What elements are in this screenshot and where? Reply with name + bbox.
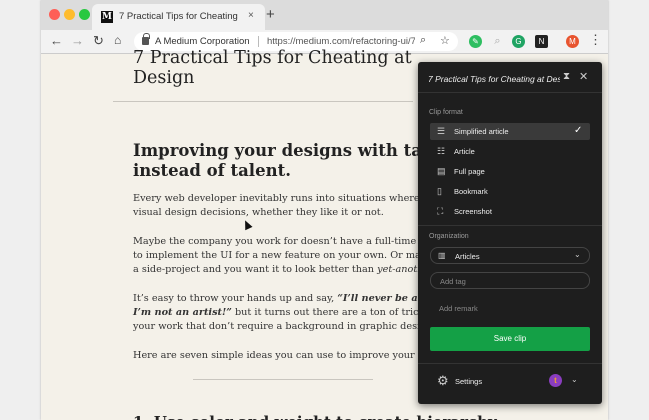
account-avatar[interactable]: t	[549, 374, 562, 387]
browser-window: M 7 Practical Tips for Cheating at Desig…	[41, 0, 608, 420]
add-tag-input[interactable]: Add tag	[430, 272, 590, 289]
zoom-window-button[interactable]	[79, 9, 90, 20]
tab-bar: M 7 Practical Tips for Cheating at Desig…	[41, 0, 608, 30]
panel-divider	[418, 363, 602, 364]
section-divider	[113, 101, 413, 102]
notebook-select[interactable]: ▥ Articles ⌄	[430, 247, 590, 264]
reload-icon[interactable]: ↻	[93, 33, 104, 49]
bookmark-icon: ▯	[437, 186, 442, 196]
gear-icon[interactable]: ⚙	[437, 373, 449, 389]
bookmark-star-icon[interactable]: ☆	[440, 34, 450, 47]
chevron-down-icon[interactable]: ⌄	[571, 375, 578, 384]
format-label: Screenshot	[454, 207, 492, 216]
section-divider-2	[193, 379, 373, 380]
evernote-extension-icon[interactable]: ✎	[469, 35, 482, 48]
settings-label[interactable]: Settings	[455, 377, 482, 386]
simplified-article-icon: ☰	[437, 126, 446, 136]
article-title: 7 Practical Tips for Cheating at Design	[133, 48, 433, 88]
format-simplified-article[interactable]: ☰ Simplified article ✓	[430, 123, 590, 140]
save-clip-button[interactable]: Save clip	[430, 327, 590, 351]
notebook-icon: ▥	[438, 251, 446, 260]
format-label: Simplified article	[454, 127, 509, 136]
paragraph-3-line-2-quote: I’m not an artist!”	[133, 307, 232, 318]
clip-format-label: Clip format	[429, 109, 463, 116]
clipper-page-title[interactable]: 7 Practical Tips for Cheating at Design	[428, 74, 560, 84]
screenshot-icon: ⛶	[437, 206, 444, 216]
profile-avatar[interactable]: M	[566, 35, 579, 48]
format-full-page[interactable]: ▤ Full page	[430, 163, 590, 180]
panel-divider	[418, 225, 602, 226]
notebook-value: Articles	[455, 252, 480, 261]
collapse-icon[interactable]: ⧗	[563, 71, 570, 82]
tab-close-icon[interactable]: ×	[248, 10, 254, 21]
paragraph-3-line-1-text: It’s easy to throw your hands up and say…	[133, 293, 338, 304]
next-section-heading: 1. Use color and weight to create hierar…	[133, 412, 497, 420]
forward-arrow-icon[interactable]: →	[71, 33, 84, 48]
add-remark-input[interactable]: Add remark	[439, 304, 478, 313]
web-clipper-panel: 7 Practical Tips for Cheating at Design …	[418, 62, 602, 404]
search-extension-icon[interactable]: ⌕	[491, 35, 504, 48]
back-arrow-icon[interactable]: ←	[50, 33, 63, 48]
notion-extension-icon[interactable]: N	[535, 35, 548, 48]
format-label: Bookmark	[454, 187, 488, 196]
close-icon[interactable]: ✕	[579, 70, 588, 83]
format-screenshot[interactable]: ⛶ Screenshot	[430, 203, 590, 220]
check-icon: ✓	[574, 125, 583, 136]
url-text[interactable]: https://medium.com/refactoring-ui/7-prac…	[267, 36, 415, 47]
lock-icon	[142, 33, 150, 45]
omnibox-separator	[258, 36, 259, 47]
paragraph-2-line-3-text: a side-project and you want it to look b…	[133, 264, 378, 275]
next-section-heading-text: 1. Use color and weight to create hierar…	[133, 412, 497, 420]
medium-favicon-icon: M	[101, 11, 113, 23]
new-tab-button[interactable]: +	[266, 6, 275, 23]
screen: M 7 Practical Tips for Cheating at Desig…	[0, 0, 649, 420]
mouse-cursor-icon	[241, 218, 253, 231]
home-icon[interactable]: ⌂	[114, 33, 121, 47]
browser-tab[interactable]: M 7 Practical Tips for Cheating at Desig…	[92, 4, 265, 30]
article-title-line-2: Design	[133, 68, 195, 88]
menu-kebab-icon[interactable]: ⋮	[589, 32, 602, 48]
minimize-window-button[interactable]	[64, 9, 75, 20]
tab-title: 7 Practical Tips for Cheating at Design	[119, 11, 239, 22]
zoom-icon[interactable]: ⌕	[420, 34, 426, 47]
article-title-line-1: 7 Practical Tips for Cheating at	[133, 48, 412, 68]
organization-label: Organization	[429, 233, 469, 240]
format-label: Full page	[454, 167, 485, 176]
panel-divider	[418, 92, 602, 93]
format-bookmark[interactable]: ▯ Bookmark	[430, 183, 590, 200]
grammarly-extension-icon[interactable]: G	[512, 35, 525, 48]
site-origin: A Medium Corporation	[155, 36, 250, 47]
full-page-icon: ▤	[437, 166, 446, 176]
close-window-button[interactable]	[49, 9, 60, 20]
format-article[interactable]: ☷ Article	[430, 143, 590, 160]
format-label: Article	[454, 147, 475, 156]
chevron-down-icon: ⌄	[574, 250, 581, 259]
article-icon: ☷	[437, 146, 446, 156]
